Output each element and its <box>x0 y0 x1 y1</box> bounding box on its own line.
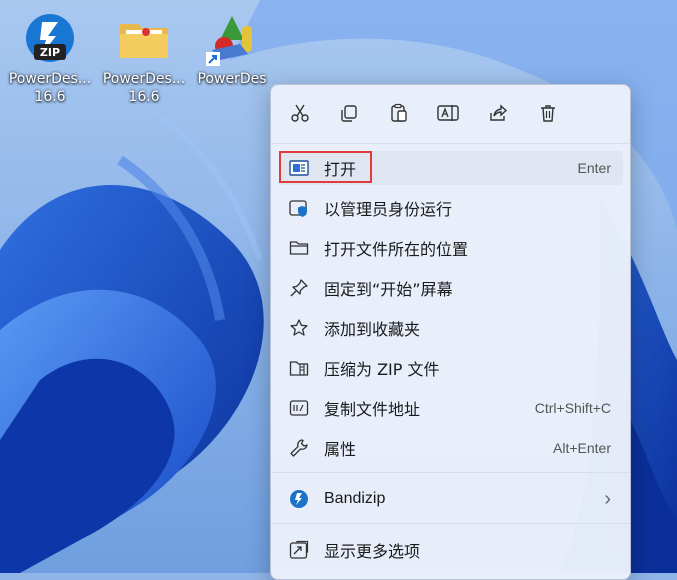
rename-button[interactable] <box>430 97 466 133</box>
menu-item-label: Bandizip <box>324 490 386 507</box>
paste-button[interactable] <box>381 97 417 133</box>
menu-item-accelerator: Enter <box>577 160 611 176</box>
desktop-icon-label: PowerDes <box>197 71 267 87</box>
desktop-icon-zip-installer[interactable]: ZIP PowerDes... 16.6 <box>6 10 94 106</box>
desktop-icon-label: PowerDes... <box>102 71 186 87</box>
desktop-icon-folder[interactable]: PowerDes... 16.6 <box>100 10 188 106</box>
menu-item-properties[interactable]: 属性 Alt+Enter <box>279 431 623 465</box>
delete-icon <box>538 103 558 127</box>
menu-item-open-file-location[interactable]: 打开文件所在的位置 <box>279 231 623 265</box>
bandizip-icon <box>289 489 309 509</box>
menu-item-label: 固定到“开始”屏幕 <box>324 280 453 299</box>
menu-item-add-to-favorites[interactable]: 添加到收藏夹 <box>279 311 623 345</box>
folder-icon <box>289 238 309 258</box>
share-button[interactable] <box>480 97 516 133</box>
quick-action-bar <box>271 85 630 143</box>
menu-item-label: 显示更多选项 <box>324 542 421 561</box>
desktop-icon-label: 16.6 <box>34 89 66 105</box>
zip-icon <box>289 358 309 378</box>
paste-icon <box>389 103 409 127</box>
desktop-icon-label: PowerDes... <box>8 71 92 87</box>
menu-separator <box>271 143 630 144</box>
svg-text:ZIP: ZIP <box>40 46 60 59</box>
menu-item-label: 以管理员身份运行 <box>324 200 453 219</box>
menu-item-accelerator: Ctrl+Shift+C <box>534 400 611 416</box>
pin-icon <box>289 278 309 298</box>
menu-item-show-more-options[interactable]: 显示更多选项 <box>279 533 623 567</box>
menu-item-copy-path[interactable]: 复制文件地址 Ctrl+Shift+C <box>279 391 623 425</box>
copy-button[interactable] <box>331 97 367 133</box>
share-icon <box>488 103 508 127</box>
menu-item-label: 属性 <box>324 440 357 459</box>
menu-item-accelerator: Alt+Enter <box>553 440 611 456</box>
menu-item-label: 复制文件地址 <box>324 400 421 419</box>
menu-separator <box>271 472 630 473</box>
cut-icon <box>290 103 310 127</box>
wrench-icon <box>289 438 309 458</box>
zip-installer-icon: ZIP <box>22 10 78 66</box>
menu-separator <box>271 523 630 524</box>
delete-button[interactable] <box>530 97 566 133</box>
shield-icon <box>289 198 309 218</box>
cut-button[interactable] <box>282 97 318 133</box>
path-icon <box>289 398 309 418</box>
folder-icon <box>116 10 172 66</box>
menu-item-label: 压缩为 ZIP 文件 <box>324 360 440 379</box>
menu-item-label: 添加到收藏夹 <box>324 320 421 339</box>
powerdesigner-shortcut-icon <box>204 10 260 66</box>
star-icon <box>289 318 309 338</box>
open-item-highlight-box <box>279 151 372 183</box>
menu-item-run-as-admin[interactable]: 以管理员身份运行 <box>279 191 623 225</box>
rename-icon <box>437 103 459 127</box>
desktop-icon-powerdesigner-shortcut[interactable]: PowerDes <box>190 10 274 88</box>
menu-item-compress-zip[interactable]: 压缩为 ZIP 文件 <box>279 351 623 385</box>
menu-item-label: 打开文件所在的位置 <box>324 240 469 259</box>
submenu-arrow-icon: › <box>604 487 611 510</box>
copy-icon <box>339 103 359 127</box>
desktop-icon-label: 16.6 <box>128 89 160 105</box>
menu-item-pin-to-start[interactable]: 固定到“开始”屏幕 <box>279 271 623 305</box>
more-options-icon <box>289 540 309 560</box>
menu-item-bandizip[interactable]: Bandizip › <box>279 482 623 516</box>
